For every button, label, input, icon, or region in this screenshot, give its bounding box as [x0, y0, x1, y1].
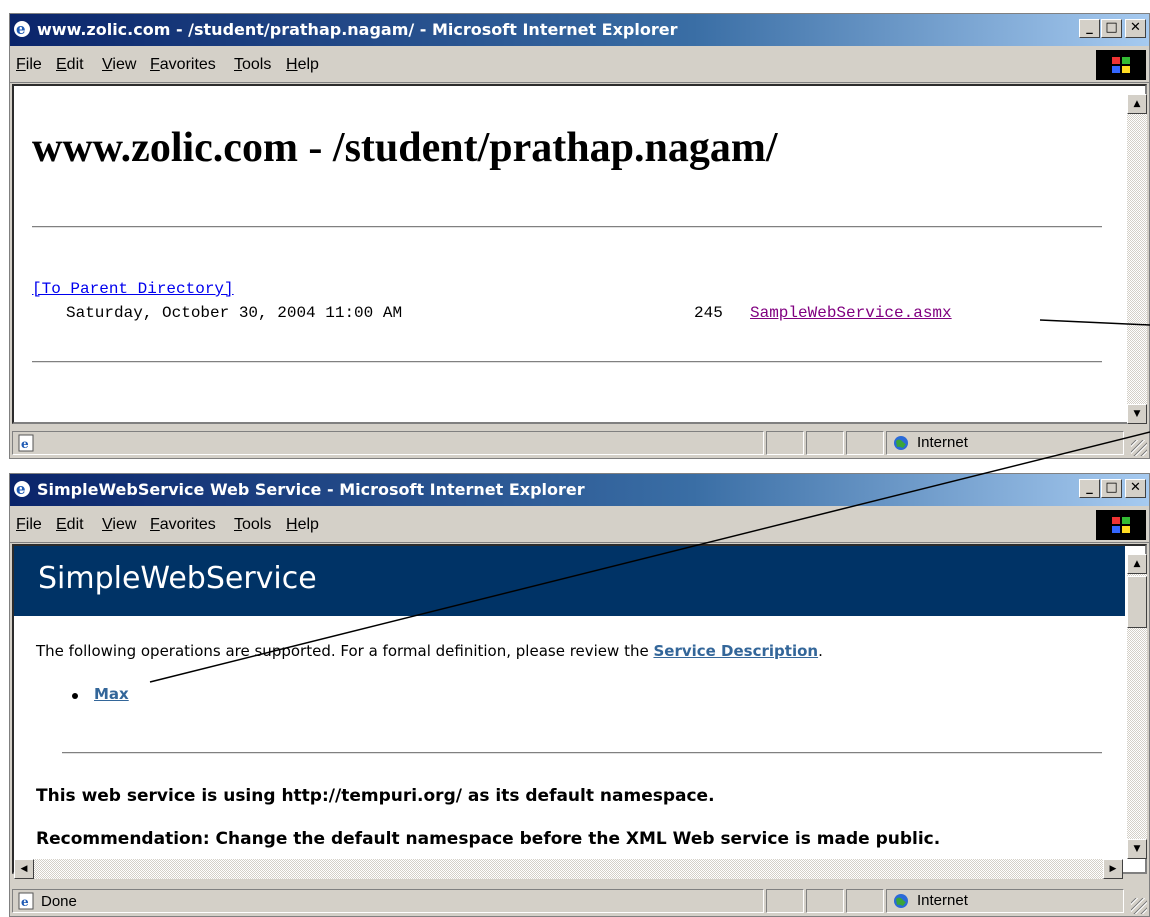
scroll-left-button[interactable]: ◀	[14, 859, 34, 879]
horizontal-scrollbar[interactable]: ◀ ▶	[14, 859, 1123, 879]
security-zone[interactable]: Internet	[886, 889, 1124, 913]
browser-window-webservice: e SimpleWebService Web Service - Microso…	[9, 473, 1150, 917]
maximize-button[interactable]: □	[1101, 19, 1122, 38]
service-header: SimpleWebService	[14, 546, 1125, 616]
bullet	[72, 693, 78, 699]
parent-directory-link[interactable]: [To Parent Directory]	[32, 280, 234, 298]
intro-text: The following operations are supported. …	[36, 642, 823, 660]
scroll-down-button[interactable]: ▼	[1127, 404, 1147, 424]
zone-label: Internet	[917, 892, 968, 909]
menu-tools[interactable]: Tools	[234, 516, 271, 534]
status-panel: e	[12, 431, 764, 455]
title-bar[interactable]: e www.zolic.com - /student/prathap.nagam…	[10, 14, 1149, 46]
divider	[62, 752, 1102, 754]
menu-favorites[interactable]: Favorites	[150, 56, 216, 74]
file-size: 245	[694, 304, 723, 322]
status-cell	[806, 889, 844, 913]
menu-favorites[interactable]: Favorites	[150, 516, 216, 534]
svg-text:e: e	[16, 480, 26, 498]
page-content: www.zolic.com - /student/prathap.nagam/ …	[12, 84, 1147, 424]
windows-flag-icon	[1112, 57, 1130, 73]
menu-view[interactable]: View	[102, 516, 136, 534]
recommendation-text-cut-off: Recommendation: Change the default names…	[36, 829, 941, 849]
vertical-scrollbar[interactable]: ▲ ▼	[1127, 554, 1147, 859]
maximize-button[interactable]: □	[1101, 479, 1122, 498]
service-description-link[interactable]: Service Description	[653, 642, 818, 660]
scroll-up-button[interactable]: ▲	[1127, 94, 1147, 114]
file-date: Saturday, October 30, 2004 11:00 AM	[66, 304, 403, 322]
status-cell	[766, 431, 804, 455]
throbber	[1096, 50, 1146, 80]
status-bar: e Done Internet	[10, 886, 1149, 916]
page-content: SimpleWebService The following operation…	[12, 544, 1147, 874]
divider	[32, 226, 1102, 228]
title-bar[interactable]: e SimpleWebService Web Service - Microso…	[10, 474, 1149, 506]
status-text: Done	[41, 893, 77, 910]
page-icon: e	[18, 434, 34, 452]
windows-flag-icon	[1112, 517, 1130, 533]
minimize-button[interactable]: _	[1079, 479, 1100, 498]
page-icon: e	[18, 892, 34, 910]
divider	[32, 361, 1102, 363]
menu-edit[interactable]: Edit	[56, 516, 84, 534]
scroll-up-button[interactable]: ▲	[1127, 554, 1147, 574]
minimize-button[interactable]: _	[1079, 19, 1100, 38]
menu-bar: File Edit View Favorites Tools Help	[10, 507, 1149, 543]
throbber	[1096, 510, 1146, 540]
intro-end: .	[818, 642, 823, 660]
internet-explorer-icon: e	[14, 480, 30, 498]
menu-edit[interactable]: Edit	[56, 56, 84, 74]
globe-icon	[894, 436, 908, 450]
service-name: SimpleWebService	[38, 561, 317, 596]
page-title: www.zolic.com - /student/prathap.nagam/	[32, 125, 778, 171]
svg-text:e: e	[21, 895, 29, 909]
svg-text:e: e	[16, 20, 26, 38]
scroll-thumb[interactable]	[1127, 576, 1147, 628]
menu-help[interactable]: Help	[286, 56, 319, 74]
operation-link-max[interactable]: Max	[94, 685, 129, 703]
scroll-down-button[interactable]: ▼	[1127, 839, 1147, 859]
file-link[interactable]: SampleWebService.asmx	[750, 304, 952, 322]
scroll-right-button[interactable]: ▶	[1103, 859, 1123, 879]
menu-tools[interactable]: Tools	[234, 56, 271, 74]
status-bar: e Internet	[10, 428, 1149, 458]
status-cell	[846, 889, 884, 913]
close-button[interactable]: ✕	[1125, 19, 1146, 38]
security-zone[interactable]: Internet	[886, 431, 1124, 455]
namespace-text: This web service is using http://tempuri…	[36, 786, 715, 806]
status-cell	[846, 431, 884, 455]
resize-grip[interactable]	[1131, 440, 1147, 456]
intro-body: The following operations are supported. …	[36, 642, 654, 660]
window-title: SimpleWebService Web Service - Microsoft…	[37, 480, 585, 499]
window-title: www.zolic.com - /student/prathap.nagam/ …	[37, 20, 678, 39]
menu-file[interactable]: File	[16, 516, 42, 534]
menu-bar: File Edit View Favorites Tools Help	[10, 47, 1149, 83]
resize-grip[interactable]	[1131, 898, 1147, 914]
vertical-scrollbar[interactable]: ▲ ▼	[1127, 94, 1147, 424]
status-cell	[806, 431, 844, 455]
status-panel: e Done	[12, 889, 764, 913]
menu-file[interactable]: File	[16, 56, 42, 74]
browser-window-directory: e www.zolic.com - /student/prathap.nagam…	[9, 13, 1150, 459]
menu-help[interactable]: Help	[286, 516, 319, 534]
zone-label: Internet	[917, 434, 968, 451]
menu-view[interactable]: View	[102, 56, 136, 74]
status-cell	[766, 889, 804, 913]
svg-text:e: e	[21, 437, 29, 451]
close-button[interactable]: ✕	[1125, 479, 1146, 498]
globe-icon	[894, 894, 908, 908]
internet-explorer-icon: e	[14, 20, 30, 38]
